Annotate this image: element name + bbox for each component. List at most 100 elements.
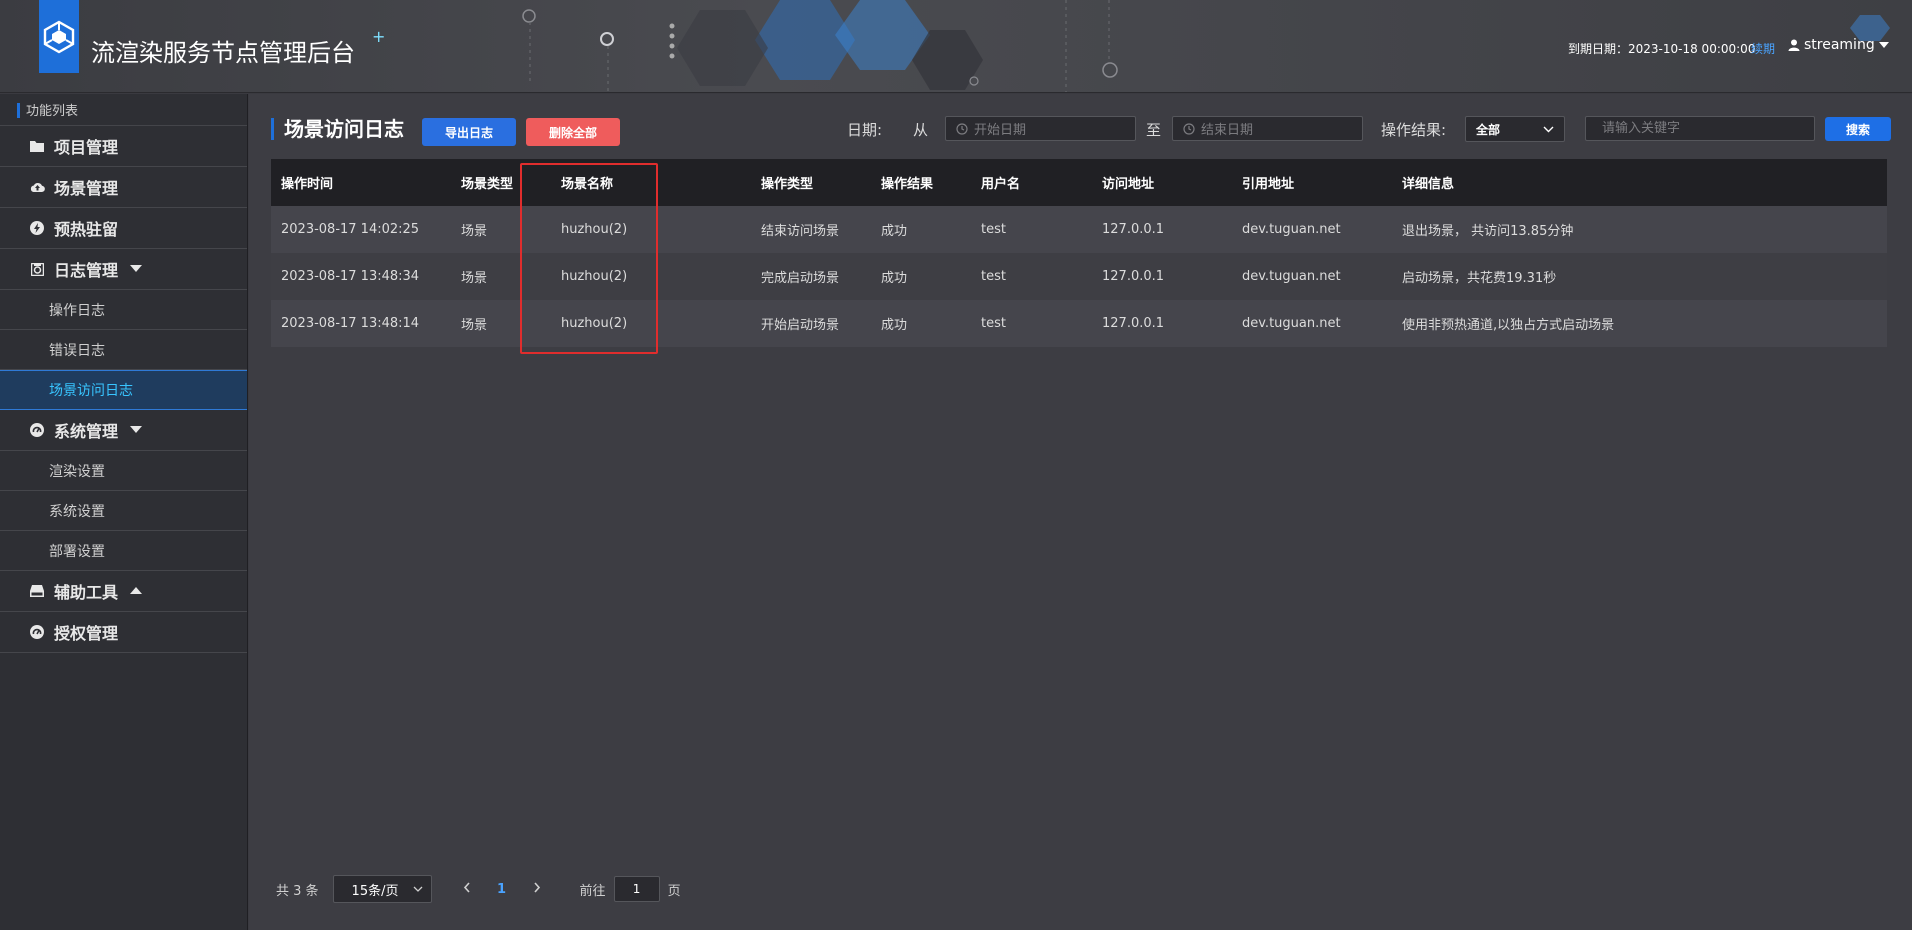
- column-header[interactable]: 操作结果: [871, 173, 971, 192]
- sidebar: 功能列表 项目管理 场景管理 预热驻留 日志管理 操作日志 错误日志 场景访问日…: [0, 94, 248, 930]
- logo-icon: [43, 20, 75, 53]
- app-logo: [39, 0, 79, 73]
- column-header[interactable]: 场景类型: [451, 173, 551, 192]
- table-cell: test: [981, 222, 1006, 237]
- username: streaming: [1804, 37, 1875, 53]
- caret-down-icon: [1878, 42, 1889, 48]
- page-unit-label: 页: [667, 883, 681, 899]
- chevron-left-icon: [463, 881, 470, 893]
- table-cell: 成功: [881, 271, 908, 286]
- chevron-down-icon: [413, 886, 423, 892]
- sidebar-item-license[interactable]: 授权管理: [0, 612, 247, 653]
- chevron-right-icon: [533, 881, 540, 893]
- title-sparkle: +: [372, 27, 386, 46]
- table-cell: huzhou(2): [561, 316, 628, 331]
- pagination: 共 3 条 15条/页 1 前往 页: [276, 875, 681, 903]
- column-header[interactable]: 访问地址: [1092, 173, 1232, 192]
- expire-date: 到期日期：2023-10-18 00:00:00: [1568, 42, 1756, 56]
- sidebar-item-system-settings[interactable]: 系统设置: [0, 491, 247, 531]
- table-cell: 结束访问场景: [761, 224, 840, 239]
- app-title: 流渲染服务节点管理后台: [91, 39, 355, 67]
- dashboard-icon: [28, 423, 46, 437]
- sidebar-heading: 功能列表: [0, 94, 247, 126]
- page-title: 场景访问日志: [271, 118, 404, 140]
- start-date-input[interactable]: 开始日期: [945, 116, 1136, 141]
- page-size-select[interactable]: 15条/页: [332, 875, 432, 903]
- sidebar-item-system[interactable]: 系统管理: [0, 410, 247, 451]
- table-row[interactable]: 2023-08-17 13:48:34 场景 huzhou(2) 完成启动场景 …: [271, 253, 1887, 300]
- page-number[interactable]: 1: [482, 882, 522, 897]
- app-header: 流渲染服务节点管理后台 + 到期日期：2023-10-18 00:00:00 续…: [0, 0, 1912, 93]
- table-cell: 2023-08-17 13:48:14: [281, 316, 420, 331]
- user-icon: [1788, 39, 1800, 51]
- sidebar-item-projects[interactable]: 项目管理: [0, 126, 247, 167]
- table-cell: 场景: [461, 318, 488, 333]
- log-table: 操作时间 场景类型 场景名称 操作类型 操作结果 用户名 访问地址 引用地址 详…: [271, 159, 1887, 347]
- table-cell: dev.tuguan.net: [1242, 269, 1341, 284]
- table-cell: huzhou(2): [561, 269, 628, 284]
- sidebar-item-scenes[interactable]: 场景管理: [0, 167, 247, 208]
- result-select[interactable]: 全部: [1465, 116, 1565, 142]
- table-cell: 退出场景， 共访问13.85分钟: [1402, 224, 1574, 239]
- table-cell: 场景: [461, 224, 488, 239]
- table-cell: 127.0.0.1: [1102, 269, 1165, 284]
- table-cell: dev.tuguan.net: [1242, 316, 1341, 331]
- table-cell: 使用非预热通道,以独占方式启动场景: [1402, 318, 1615, 333]
- column-header[interactable]: 操作类型: [751, 173, 871, 192]
- table-cell: 成功: [881, 224, 908, 239]
- keyword-input[interactable]: [1585, 116, 1815, 141]
- search-button[interactable]: 搜索: [1825, 117, 1891, 141]
- table-row[interactable]: 2023-08-17 14:02:25 场景 huzhou(2) 结束访问场景 …: [271, 206, 1887, 253]
- sidebar-item-scene-access-log[interactable]: 场景访问日志: [0, 370, 247, 410]
- column-header[interactable]: 场景名称: [551, 173, 751, 192]
- sidebar-item-error-log[interactable]: 错误日志: [0, 330, 247, 370]
- dashboard-icon: [28, 625, 46, 639]
- sidebar-item-deploy-settings[interactable]: 部署设置: [0, 531, 247, 571]
- table-cell: 127.0.0.1: [1102, 316, 1165, 331]
- table-cell: 2023-08-17 14:02:25: [281, 222, 420, 237]
- clock-icon: [1183, 122, 1195, 135]
- chevron-down-icon: [1543, 126, 1554, 132]
- table-cell: 场景: [461, 271, 488, 286]
- table-cell: 127.0.0.1: [1102, 222, 1165, 237]
- goto-label: 前往: [579, 883, 606, 899]
- table-cell: 开始启动场景: [761, 318, 840, 333]
- table-cell: huzhou(2): [561, 222, 628, 237]
- cloud-upload-icon: [28, 181, 46, 193]
- date-label: 日期:: [847, 121, 883, 139]
- caret-up-icon: [130, 584, 143, 598]
- table-header: 操作时间 场景类型 场景名称 操作类型 操作结果 用户名 访问地址 引用地址 详…: [271, 159, 1887, 206]
- goto-page-input[interactable]: [613, 876, 660, 902]
- table-row[interactable]: 2023-08-17 13:48:14 场景 huzhou(2) 开始启动场景 …: [271, 300, 1887, 347]
- main-content: 场景访问日志 导出日志 删除全部 日期: 从 开始日期 至 结束日期 操作结果:…: [249, 94, 1912, 930]
- result-label: 操作结果:: [1381, 121, 1447, 139]
- table-cell: test: [981, 316, 1006, 331]
- sidebar-item-logs[interactable]: 日志管理: [0, 249, 247, 290]
- table-cell: test: [981, 269, 1006, 284]
- end-date-input[interactable]: 结束日期: [1172, 116, 1363, 141]
- user-menu[interactable]: streaming: [1788, 37, 1889, 53]
- sidebar-item-render-settings[interactable]: 渲染设置: [0, 451, 247, 491]
- log-icon: [28, 262, 46, 276]
- sidebar-item-operation-log[interactable]: 操作日志: [0, 290, 247, 330]
- folder-icon: [28, 140, 46, 152]
- caret-down-icon: [130, 262, 143, 276]
- column-header[interactable]: 详细信息: [1392, 173, 1887, 192]
- column-header[interactable]: 操作时间: [271, 173, 451, 192]
- delete-all-button[interactable]: 删除全部: [526, 118, 620, 146]
- caret-down-icon: [130, 423, 143, 437]
- column-header[interactable]: 引用地址: [1232, 173, 1392, 192]
- from-label: 从: [913, 121, 929, 139]
- to-label: 至: [1146, 121, 1162, 139]
- prev-page-button[interactable]: [452, 881, 482, 897]
- sidebar-item-tools[interactable]: 辅助工具: [0, 571, 247, 612]
- table-cell: dev.tuguan.net: [1242, 222, 1341, 237]
- total-count: 共 3 条: [276, 883, 319, 899]
- table-cell: 完成启动场景: [761, 271, 840, 286]
- export-log-button[interactable]: 导出日志: [422, 118, 516, 146]
- sidebar-item-preheat[interactable]: 预热驻留: [0, 208, 247, 249]
- bolt-icon: [28, 221, 46, 235]
- column-header[interactable]: 用户名: [971, 173, 1092, 192]
- renew-link[interactable]: 续期: [1751, 40, 1775, 57]
- next-page-button[interactable]: [522, 881, 552, 897]
